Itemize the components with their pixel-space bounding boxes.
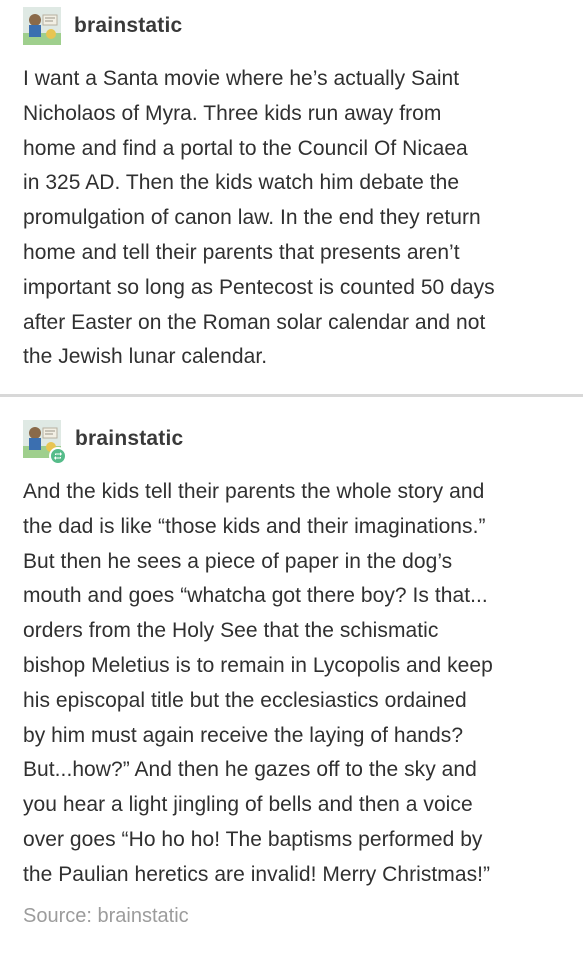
post1-username[interactable]: brainstatic	[74, 14, 182, 38]
post2-header: brainstatic	[23, 420, 183, 465]
post-divider	[0, 394, 583, 397]
post2-username[interactable]: brainstatic	[75, 427, 183, 451]
post1-header: brainstatic	[23, 7, 182, 45]
brainstatic-avatar-icon[interactable]	[23, 7, 61, 45]
post2-body: And the kids tell their parents the whol…	[23, 480, 493, 886]
post1-body: I want a Santa movie where he’s actually…	[23, 67, 495, 369]
source-link[interactable]: Source: brainstatic	[23, 905, 189, 928]
reblog-icon	[49, 447, 67, 465]
brainstatic-avatar-icon[interactable]	[23, 420, 67, 465]
